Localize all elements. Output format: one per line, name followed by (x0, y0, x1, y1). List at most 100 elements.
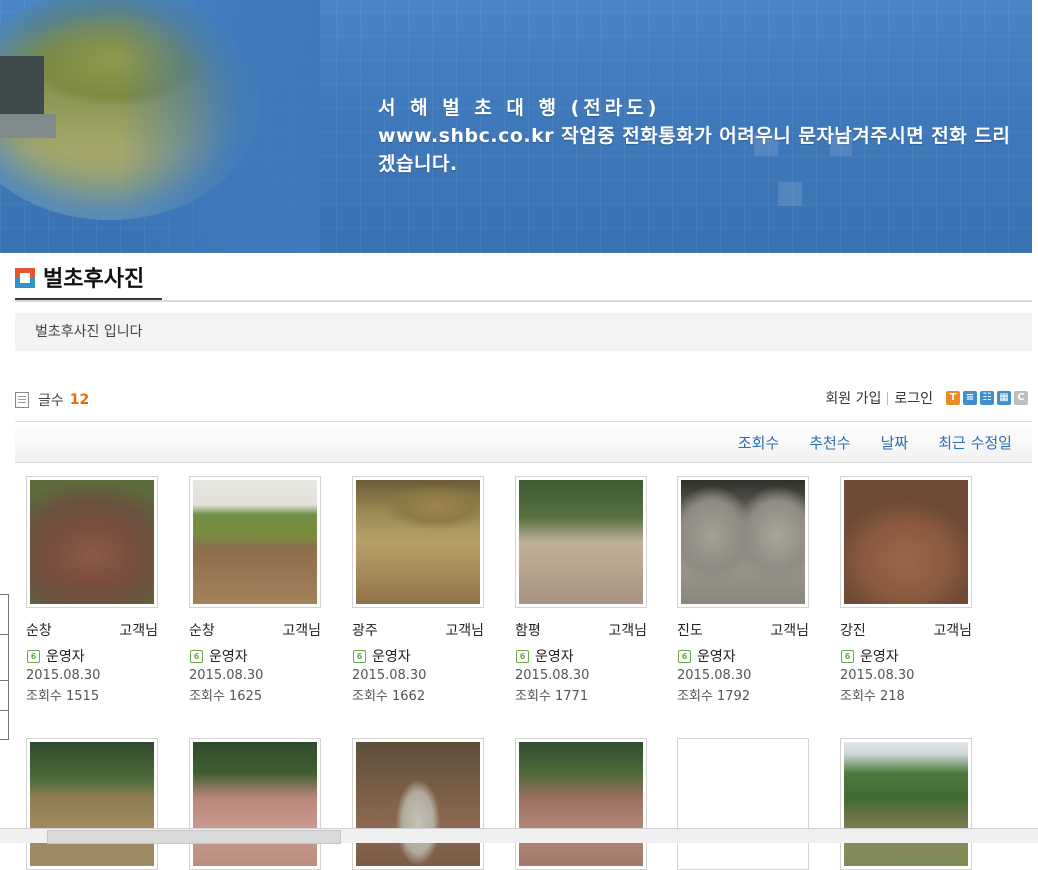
member-level-icon: 6 (841, 649, 854, 663)
post-thumbnail[interactable] (677, 738, 809, 870)
thumbnail-image (681, 480, 805, 604)
post-title[interactable]: 함평 (515, 620, 541, 640)
left-side-frame (0, 594, 9, 740)
view-mode-icons: T ≡ ☷ ▦ C (943, 391, 1028, 405)
author-name[interactable]: 운영자 (209, 646, 248, 666)
post-title-row[interactable]: 광주 고객님 (352, 620, 484, 640)
post-title[interactable]: 강진 (840, 620, 866, 640)
post-thumbnail[interactable] (840, 476, 972, 608)
post-thumbnail[interactable] (352, 738, 484, 870)
member-level-icon: 6 (353, 649, 366, 663)
gallery-item[interactable] (189, 738, 329, 870)
gallery-item[interactable] (515, 738, 655, 870)
post-date: 2015.08.30 (189, 668, 264, 683)
author-name[interactable]: 운영자 (697, 646, 736, 666)
post-author: 6 운영자 (26, 646, 166, 666)
post-thumbnail[interactable] (26, 738, 158, 870)
banner-photo-fade (120, 0, 320, 253)
post-date: 2015.08.30 (352, 668, 427, 683)
post-title-suffix[interactable]: 고객님 (119, 620, 158, 640)
sort-by-recommends-link[interactable]: 추천수 (809, 432, 850, 453)
sort-by-date-link[interactable]: 날짜 (881, 432, 909, 453)
post-author: 6 운영자 (840, 646, 980, 666)
sort-links: 조회수 추천수 날짜 최근 수정일 (708, 422, 1012, 462)
post-author: 6 운영자 (677, 646, 817, 666)
gallery-item[interactable] (677, 738, 817, 870)
post-thumbnail[interactable] (189, 738, 321, 870)
banner-text: 서 해 벌 초 대 행 (전라도) www.shbc.co.kr 작업중 전화통… (378, 94, 1028, 178)
author-name[interactable]: 운영자 (372, 646, 411, 666)
gallery-item[interactable]: 진도 고객님 6 운영자 2015.08.30 조회수 1792 (677, 476, 817, 704)
sort-by-views-link[interactable]: 조회수 (738, 432, 779, 453)
gallery-item[interactable]: 강진 고객님 6 운영자 2015.08.30 조회수 218 (840, 476, 980, 704)
thumbnail-image (30, 480, 154, 604)
author-name[interactable]: 운영자 (535, 646, 574, 666)
post-count-label: 글수 (38, 393, 64, 409)
gallery-item[interactable] (26, 738, 166, 870)
document-icon (15, 392, 29, 408)
thumbnail-image (844, 742, 968, 866)
sort-by-modified-link[interactable]: 최근 수정일 (938, 432, 1012, 453)
gallery-item[interactable]: 함평 고객님 6 운영자 2015.08.30 조회수 1771 (515, 476, 655, 704)
post-views: 조회수 1662 (352, 689, 426, 704)
gallery-item[interactable]: 순창 고객님 6 운영자 2015.08.30 조회수 1515 (26, 476, 166, 704)
gallery-item[interactable] (352, 738, 492, 870)
post-thumbnail[interactable] (840, 738, 972, 870)
post-date: 2015.08.30 (515, 668, 590, 683)
post-title-row[interactable]: 순창 고객님 (26, 620, 158, 640)
post-count: 글수 12 (15, 390, 89, 410)
post-thumbnail[interactable] (352, 476, 484, 608)
post-author: 6 운영자 (189, 646, 329, 666)
author-name[interactable]: 운영자 (860, 646, 899, 666)
banner-company-name: 서 해 벌 초 대 행 (전라도) (378, 97, 661, 119)
board-title-icon (15, 268, 35, 288)
gallery-item[interactable]: 광주 고객님 6 운영자 2015.08.30 조회수 1662 (352, 476, 492, 704)
thumbnail-image (193, 480, 317, 604)
author-name[interactable]: 운영자 (46, 646, 85, 666)
text-view-icon[interactable]: T (946, 391, 960, 405)
post-date: 2015.08.30 (840, 668, 915, 683)
post-title-suffix[interactable]: 고객님 (933, 620, 972, 640)
post-thumbnail[interactable] (189, 476, 321, 608)
post-title[interactable]: 광주 (352, 620, 378, 640)
thumbnail-image (193, 742, 317, 866)
cc-icon[interactable]: C (1014, 391, 1028, 405)
join-link[interactable]: 회원 가입 (819, 388, 887, 408)
post-title[interactable]: 순창 (26, 620, 52, 640)
gallery-item[interactable]: 순창 고객님 6 운영자 2015.08.30 조회수 1625 (189, 476, 329, 704)
post-title-row[interactable]: 강진 고객님 (840, 620, 972, 640)
gallery-view-icon[interactable]: ▦ (997, 391, 1011, 405)
account-links: 회원 가입 로그인 T ≡ ☷ ▦ C (819, 388, 1028, 408)
post-thumbnail[interactable] (515, 738, 647, 870)
page-title: 벌초후사진 (43, 267, 145, 292)
post-title-row[interactable]: 순창 고객님 (189, 620, 321, 640)
post-author: 6 운영자 (352, 646, 492, 666)
post-title-suffix[interactable]: 고객님 (770, 620, 809, 640)
post-title-suffix[interactable]: 고객님 (282, 620, 321, 640)
post-views: 조회수 218 (840, 689, 905, 704)
post-views: 조회수 1515 (26, 689, 100, 704)
post-title-suffix[interactable]: 고객님 (445, 620, 484, 640)
list-view-icon[interactable]: ≡ (963, 391, 977, 405)
login-link[interactable]: 로그인 (888, 388, 939, 408)
post-thumbnail[interactable] (515, 476, 647, 608)
post-title[interactable]: 진도 (677, 620, 703, 640)
banner-gravestone-base (0, 114, 56, 138)
gallery-item[interactable] (840, 738, 980, 870)
post-thumbnail[interactable] (677, 476, 809, 608)
post-title-suffix[interactable]: 고객님 (608, 620, 647, 640)
thumbnail-image (519, 742, 643, 866)
webzine-view-icon[interactable]: ☷ (980, 391, 994, 405)
thumbnail-image (844, 480, 968, 604)
post-views: 조회수 1792 (677, 689, 751, 704)
member-level-icon: 6 (516, 649, 529, 663)
post-views: 조회수 1771 (515, 689, 589, 704)
post-count-value: 12 (69, 392, 90, 408)
post-thumbnail[interactable] (26, 476, 158, 608)
post-title-row[interactable]: 진도 고객님 (677, 620, 809, 640)
thumbnail-image (681, 742, 805, 866)
post-title-row[interactable]: 함평 고객님 (515, 620, 647, 640)
banner-gravestone (0, 56, 44, 116)
post-title[interactable]: 순창 (189, 620, 215, 640)
post-author: 6 운영자 (515, 646, 655, 666)
